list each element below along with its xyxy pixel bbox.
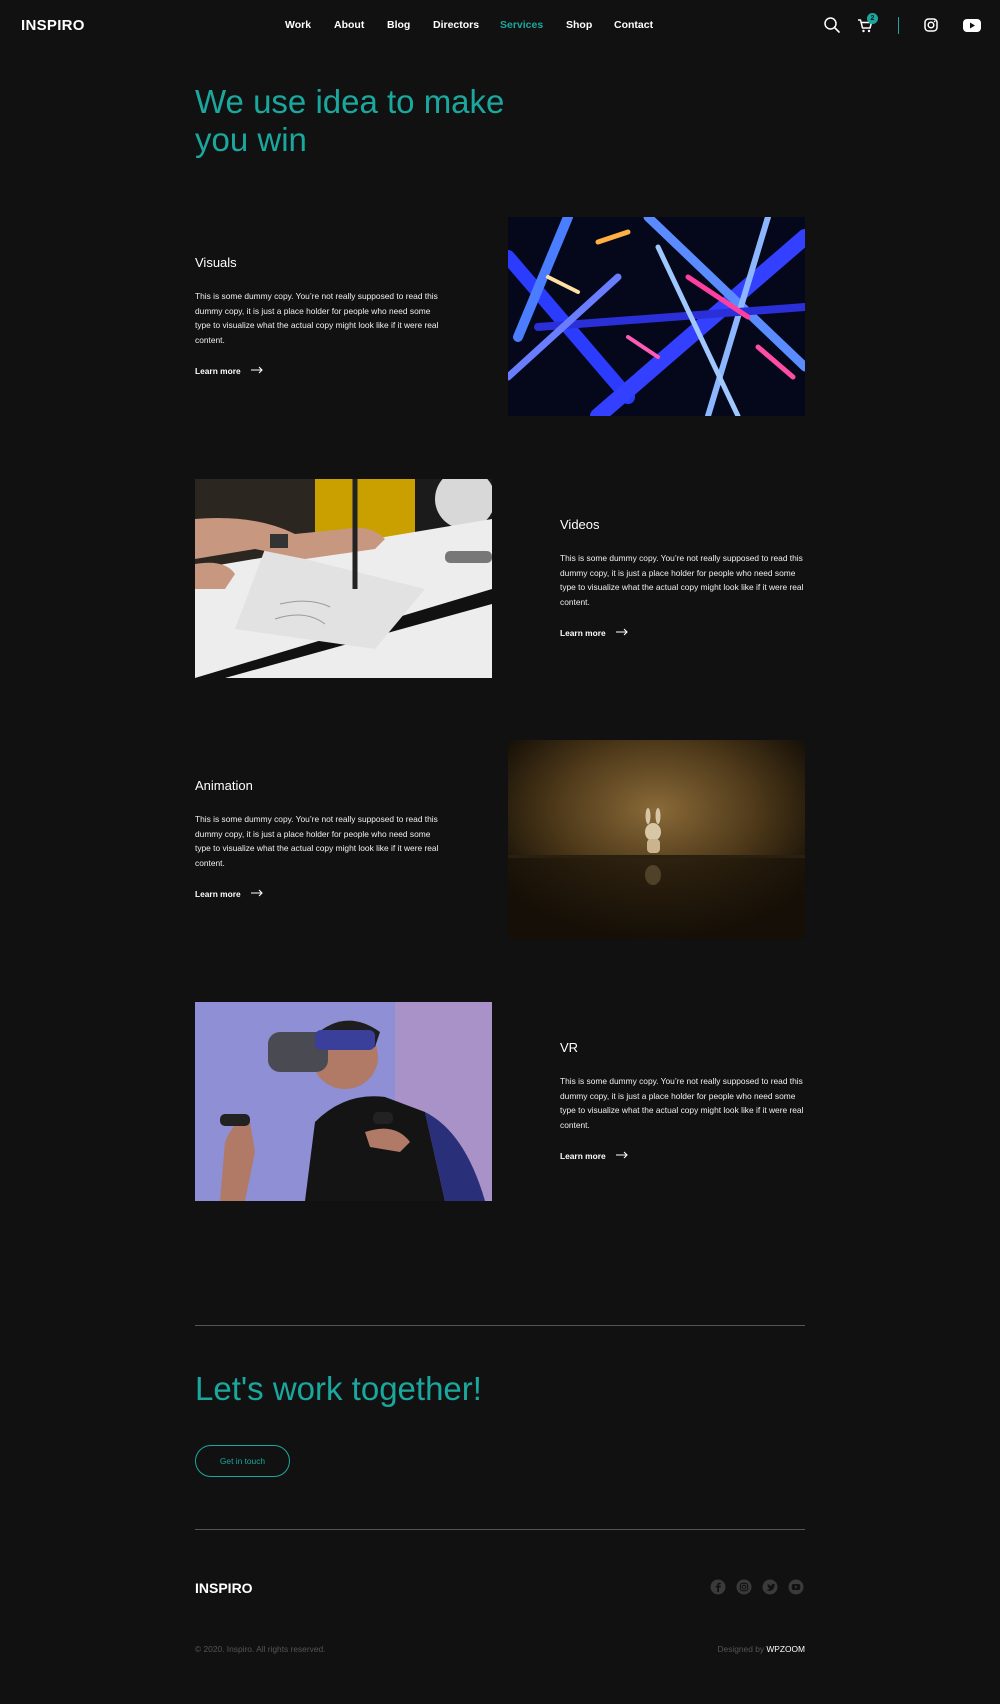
footer-logo[interactable]: INSPIRO — [195, 1580, 253, 1596]
nav-item-contact[interactable]: Contact — [614, 19, 653, 31]
arrow-right-icon — [250, 889, 263, 899]
footer-divider — [195, 1529, 805, 1530]
search-icon[interactable] — [822, 15, 842, 35]
service-description: This is some dummy copy. You’re not real… — [195, 814, 439, 868]
youtube-icon[interactable] — [961, 15, 983, 35]
copyright-text: © 2020. Inspiro. All rights reserved. — [195, 1644, 326, 1654]
learn-more-label: Learn more — [195, 366, 241, 376]
service-title: Visuals — [195, 255, 237, 270]
nav-item-work[interactable]: Work — [285, 19, 311, 31]
arrow-right-icon — [615, 1151, 628, 1161]
learn-more-link[interactable]: Learn more — [195, 889, 263, 899]
designer-link[interactable]: WPZOOM — [766, 1644, 805, 1654]
learn-more-label: Learn more — [195, 889, 241, 899]
instagram-icon[interactable] — [736, 1579, 752, 1595]
hero-title: We use idea to make you win — [195, 83, 505, 158]
service-description: This is some dummy copy. You’re not real… — [195, 291, 439, 345]
service-image-videos — [195, 479, 492, 678]
learn-more-label: Learn more — [560, 1151, 606, 1161]
cta-title: Let's work together! — [195, 1370, 482, 1407]
cart-count-badge: 2 — [867, 13, 878, 24]
service-title: VR — [560, 1040, 579, 1055]
facebook-icon[interactable] — [710, 1579, 726, 1595]
service-title: Videos — [560, 517, 600, 532]
learn-more-link[interactable]: Learn more — [560, 628, 628, 638]
service-image-vr — [195, 1002, 492, 1201]
learn-more-link[interactable]: Learn more — [560, 1151, 628, 1161]
site-header: INSPIRO Work About Blog Directors Servic… — [0, 0, 1000, 52]
learn-more-label: Learn more — [560, 628, 606, 638]
designed-by: Designed by WPZOOM — [717, 1644, 805, 1654]
nav-item-directors[interactable]: Directors — [433, 19, 479, 31]
instagram-icon[interactable] — [921, 15, 941, 35]
arrow-right-icon — [615, 628, 628, 638]
nav-item-shop[interactable]: Shop — [566, 19, 592, 31]
service-title: Animation — [195, 778, 253, 793]
service-image-visuals — [508, 217, 805, 416]
section-divider — [195, 1325, 805, 1326]
learn-more-link[interactable]: Learn more — [195, 366, 263, 376]
header-divider — [898, 17, 899, 34]
arrow-right-icon — [250, 366, 263, 376]
service-image-animation — [508, 740, 805, 939]
service-description: This is some dummy copy. You’re not real… — [560, 1076, 804, 1130]
twitter-icon[interactable] — [762, 1579, 778, 1595]
nav-item-about[interactable]: About — [334, 19, 364, 31]
service-description: This is some dummy copy. You’re not real… — [560, 553, 804, 607]
main-nav: Work About Blog Directors Services Shop … — [0, 19, 1000, 35]
get-in-touch-button[interactable]: Get in touch — [195, 1445, 290, 1477]
youtube-icon[interactable] — [788, 1579, 804, 1595]
nav-item-services[interactable]: Services — [500, 19, 543, 31]
designed-by-prefix: Designed by — [717, 1644, 767, 1654]
nav-item-blog[interactable]: Blog — [387, 19, 410, 31]
